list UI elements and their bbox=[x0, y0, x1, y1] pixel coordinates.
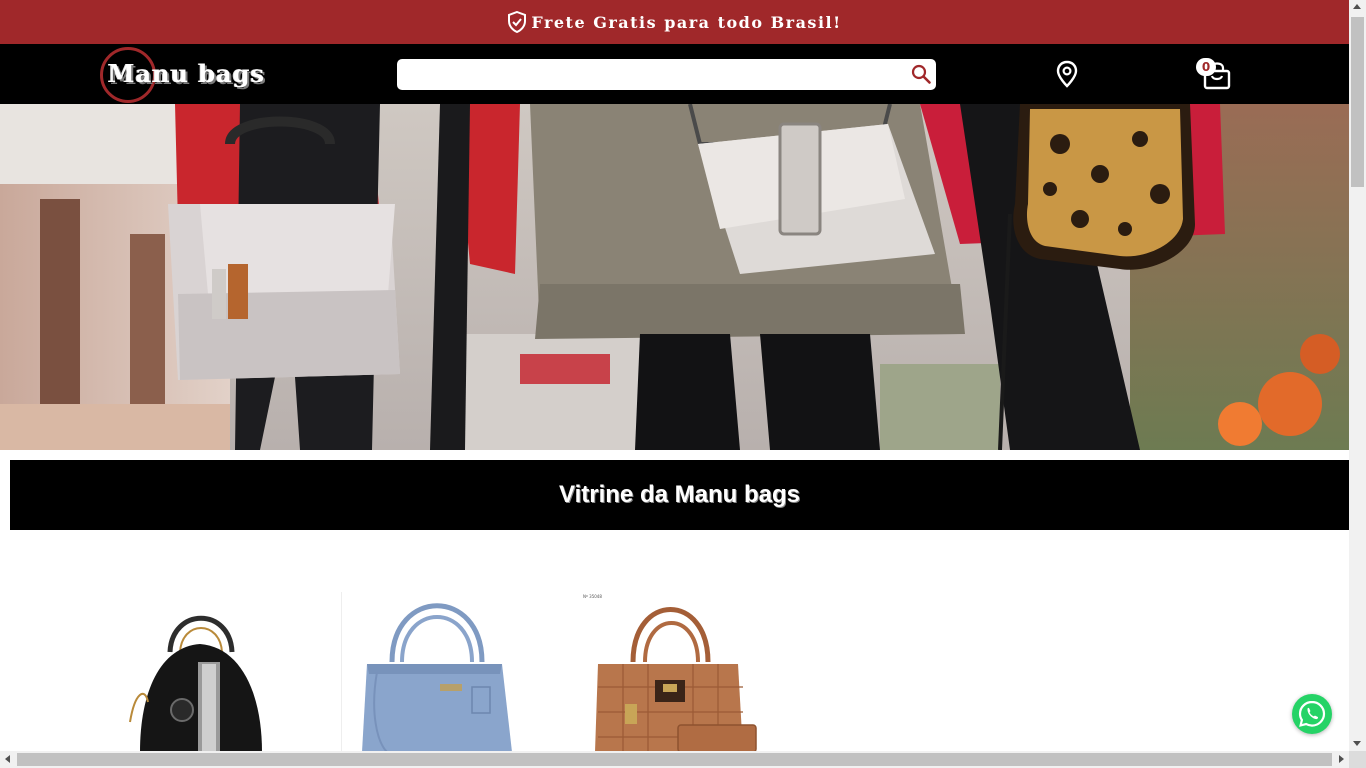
site-header: Manu bags 0 bbox=[0, 44, 1349, 104]
scroll-right-arrow-icon[interactable] bbox=[1339, 755, 1344, 763]
scroll-down-arrow-icon[interactable] bbox=[1353, 741, 1361, 746]
showcase-title-bar: Vitrine da Manu bags bbox=[10, 460, 1349, 530]
product-image bbox=[362, 603, 512, 752]
cart-count-badge: 0 bbox=[1196, 58, 1216, 76]
showcase-title: Vitrine da Manu bags bbox=[559, 481, 800, 508]
search-bar bbox=[397, 59, 936, 90]
product-image bbox=[595, 607, 757, 752]
promo-bar: Frete Gratis para todo Brasil! bbox=[0, 0, 1349, 44]
logo-text: Manu bags bbox=[108, 59, 265, 88]
whatsapp-button[interactable] bbox=[1292, 694, 1332, 734]
vertical-scroll-thumb[interactable] bbox=[1351, 17, 1364, 187]
product-card[interactable] bbox=[100, 592, 286, 752]
product-card[interactable]: Nº 35048 bbox=[583, 592, 769, 752]
scroll-left-arrow-icon[interactable] bbox=[5, 755, 10, 763]
page: Frete Gratis para todo Brasil! Manu bags bbox=[0, 0, 1366, 768]
product-card[interactable] bbox=[341, 592, 527, 752]
search-icon[interactable] bbox=[910, 63, 932, 85]
scrollbar-corner bbox=[1349, 751, 1366, 768]
hero-banner bbox=[0, 104, 1349, 450]
logo[interactable]: Manu bags bbox=[100, 47, 300, 103]
scroll-up-arrow-icon[interactable] bbox=[1353, 4, 1361, 9]
hero-image bbox=[0, 104, 1349, 450]
location-pin-icon[interactable] bbox=[1054, 60, 1080, 88]
shield-check-icon bbox=[508, 11, 527, 33]
whatsapp-icon bbox=[1298, 700, 1326, 727]
product-image bbox=[129, 615, 262, 752]
search-input[interactable] bbox=[405, 59, 895, 90]
horizontal-scrollbar[interactable] bbox=[0, 751, 1349, 768]
promo-text: Frete Gratis para todo Brasil! bbox=[531, 12, 842, 32]
product-code: Nº 35048 bbox=[583, 594, 602, 599]
cart-button[interactable]: 0 bbox=[1196, 56, 1236, 92]
horizontal-scroll-thumb[interactable] bbox=[17, 753, 1332, 766]
vertical-scrollbar[interactable] bbox=[1349, 0, 1366, 751]
